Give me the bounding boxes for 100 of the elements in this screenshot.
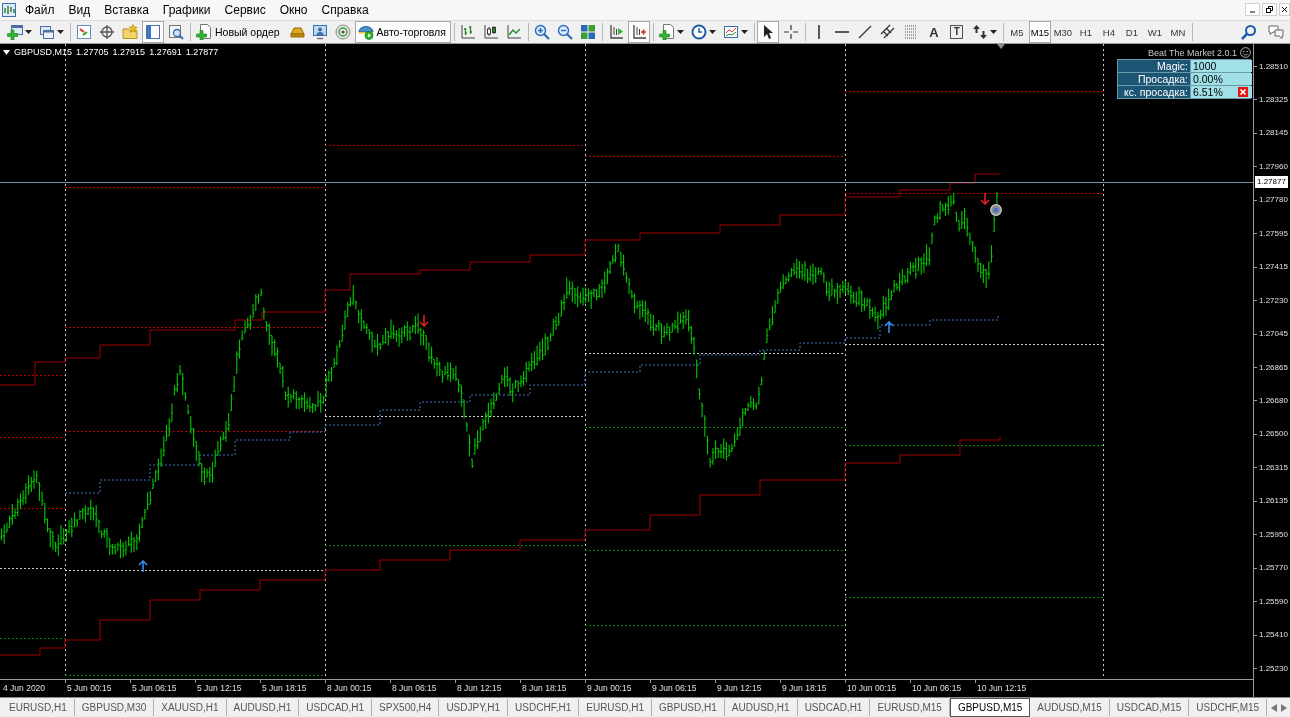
price-label: 1.25770 — [1259, 562, 1288, 574]
scroll-right-button[interactable] — [1281, 703, 1287, 712]
timeframe-button[interactable]: MN — [1166, 21, 1189, 43]
field-value: 0.00% — [1191, 73, 1252, 85]
chart-tab[interactable]: GBPUSD,M30 — [74, 699, 155, 716]
timeframe-button[interactable]: H1 — [1074, 21, 1097, 43]
time-label: 5 Jun 00:15 — [67, 683, 112, 694]
app-icon[interactable] — [2, 3, 16, 17]
caret-icon — [57, 30, 64, 34]
menu-item[interactable]: Справка — [314, 1, 376, 19]
time-label: 9 Jun 00:15 — [587, 683, 632, 694]
chart-tab[interactable]: EURUSD,M15 — [870, 699, 950, 716]
menu-item[interactable]: Сервис — [217, 1, 273, 19]
document-plus-icon — [196, 24, 212, 40]
time-label: 5 Jun 18:15 — [262, 683, 307, 694]
price-label: 1.27960 — [1259, 160, 1288, 172]
toolbar-button[interactable] — [756, 21, 779, 43]
timeframe-button[interactable]: M5 — [1005, 21, 1028, 43]
field-label: Magic: — [1118, 60, 1191, 72]
timeframe-button[interactable]: H4 — [1097, 21, 1120, 43]
chart-tab[interactable]: XAUUSD,H1 — [154, 699, 227, 716]
chart-tab[interactable]: GBPUSD,H1 — [652, 699, 725, 716]
timeframe-button[interactable]: D1 — [1120, 21, 1143, 43]
caret-icon — [740, 30, 748, 34]
monitor-person-icon — [311, 24, 328, 40]
restore-icon — [1265, 5, 1274, 14]
chart-tab[interactable]: USDCHF,H1 — [508, 699, 580, 716]
zoom-in-icon — [533, 24, 550, 40]
left-triangle-icon — [1271, 703, 1277, 712]
toolbar-button[interactable]: Авто-торговля — [354, 21, 451, 43]
toolbar-button[interactable]: A — [922, 21, 945, 43]
triangle-marker-icon[interactable] — [997, 44, 1005, 49]
ladder-icon — [879, 24, 896, 40]
menu-item[interactable]: Графики — [155, 1, 218, 19]
menu-item[interactable]: Файл — [18, 1, 62, 19]
crosshair-icon — [782, 24, 799, 40]
menu-item[interactable]: Вид — [61, 1, 98, 19]
zoom-out-icon — [556, 24, 573, 40]
chart-tab[interactable]: EURUSD,H1 — [2, 699, 75, 716]
menu-item[interactable]: Вставка — [97, 1, 156, 19]
up-arrow-icon — [884, 321, 894, 333]
dome-play-icon — [357, 24, 374, 40]
chart-tab[interactable]: AUDUSD,H1 — [724, 699, 798, 716]
down-arrow-icon — [419, 315, 429, 327]
price-label: 1.26865 — [1259, 361, 1288, 373]
timeframe-button[interactable]: M30 — [1051, 21, 1074, 43]
chart-tab[interactable]: USDCAD,H1 — [299, 699, 373, 716]
close-button[interactable] — [1279, 3, 1290, 16]
magnifier-icon — [168, 24, 184, 40]
line-chart-icon — [505, 24, 522, 40]
time-label: 5 Jun 06:15 — [132, 683, 177, 694]
up-arrow-icon — [138, 560, 148, 572]
close-icon[interactable] — [1238, 87, 1248, 97]
chart-tab[interactable]: SPX500,H4 — [372, 699, 440, 716]
minimize-button[interactable] — [1245, 3, 1260, 16]
chart-tab[interactable]: USDCAD,H1 — [797, 699, 871, 716]
scroll-left-button[interactable] — [1271, 703, 1277, 712]
time-label: 4 Jun 2020 — [3, 683, 46, 694]
restore-button[interactable] — [1262, 3, 1277, 16]
menu-item[interactable]: Окно — [272, 1, 315, 19]
smiley-icon — [1240, 47, 1251, 58]
time-label: 8 Jun 12:15 — [457, 683, 502, 694]
price-label: 1.26135 — [1259, 495, 1288, 507]
dotted-lines-icon — [902, 24, 919, 40]
caret-icon — [676, 30, 684, 34]
triangle-icon[interactable] — [3, 50, 10, 55]
trend-line-icon — [856, 24, 873, 40]
price-label: 1.28325 — [1259, 93, 1288, 105]
ingot-icon — [288, 24, 305, 40]
chart-tab[interactable]: USDJPY,H1 — [439, 699, 509, 716]
crosshair-circle-icon — [99, 24, 115, 40]
chart-tab[interactable]: USDCHF,M15 — [1189, 699, 1268, 716]
arrows-icon — [971, 24, 988, 40]
price-quote: 1.27705 — [76, 47, 109, 58]
chart-window-icon — [76, 24, 92, 40]
right-triangle-icon — [1281, 703, 1287, 712]
caret-icon — [989, 30, 997, 34]
time-label: 10 Jun 00:15 — [847, 683, 897, 694]
chart-tab[interactable]: EURUSD,H1 — [579, 699, 653, 716]
toolbar-button[interactable]: T — [945, 21, 968, 43]
chart-plus-icon — [630, 24, 647, 40]
document-plus-icon — [658, 24, 675, 40]
down-arrow-icon — [980, 193, 990, 205]
time-label: 9 Jun 18:15 — [782, 683, 827, 694]
chart-tab[interactable]: GBPUSD,M15 — [949, 698, 1031, 717]
chart-tab[interactable]: AUDUSD,M15 — [1030, 699, 1110, 716]
chart-tab[interactable]: AUDUSD,H1 — [226, 699, 300, 716]
bar-chart-icon — [459, 24, 476, 40]
windows-icon — [39, 24, 55, 40]
tiles-icon — [579, 24, 596, 40]
price-label: 1.27595 — [1259, 227, 1288, 239]
price-label: 1.27045 — [1259, 328, 1288, 340]
toolbar-button[interactable]: Новый ордер — [193, 21, 285, 43]
chart-play-icon — [607, 24, 624, 40]
candlestick-icon — [482, 24, 499, 40]
price-label: 1.27415 — [1259, 261, 1288, 273]
price-quote: 1.27877 — [185, 47, 219, 58]
timeframe-button[interactable]: W1 — [1143, 21, 1166, 43]
chart-tab[interactable]: USDCAD,M15 — [1109, 699, 1190, 716]
timeframe-button[interactable]: M15 — [1028, 21, 1051, 43]
